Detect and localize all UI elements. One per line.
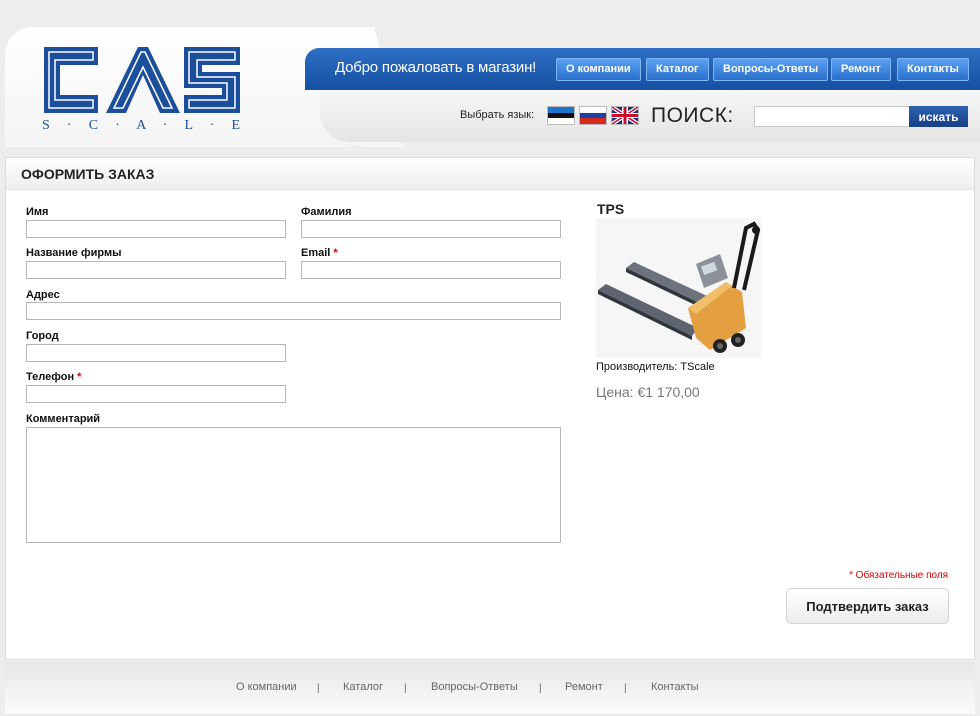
city-label: Город [26,330,59,342]
search-input[interactable] [754,106,910,127]
page-title: ОФОРМИТЬ ЗАКАЗ [21,166,155,182]
product-name: TPS [597,201,625,217]
order-panel-header: ОФОРМИТЬ ЗАКАЗ [6,158,974,190]
nav-catalog-button[interactable]: Каталог [646,58,709,81]
footer-link-catalog[interactable]: Каталог [343,681,383,693]
nav-repair-button[interactable]: Ремонт [831,58,891,81]
required-marker: * [333,247,338,259]
phone-label: Телефон * [26,371,82,383]
language-label: Выбрать язык: [460,109,535,121]
search-button[interactable]: искать [909,106,968,127]
email-label: Email * [301,247,338,259]
nav-contacts-button[interactable]: Контакты [897,58,969,81]
welcome-text: Добро пожаловать в магазин! [335,59,537,76]
last-name-label: Фамилия [301,206,352,218]
footer-separator: | [404,683,407,694]
uk-flag-icon[interactable] [612,107,638,124]
product-price: Цена: €1 170,00 [596,384,700,400]
comment-field[interactable] [26,427,561,543]
footer-link-about[interactable]: О компании [236,681,297,693]
pallet-truck-scale-image[interactable] [596,218,762,358]
footer-separator: | [624,683,627,694]
site-header: S · C · A · L · E Добро пожаловать в маг… [0,0,980,150]
email-field[interactable] [301,261,561,279]
required-marker: * [77,371,82,383]
footer-link-repair[interactable]: Ремонт [565,681,603,693]
company-field[interactable] [26,261,286,279]
confirm-order-button[interactable]: Подтвердить заказ [786,588,949,624]
first-name-label: Имя [26,206,49,218]
address-label: Адрес [26,289,60,301]
nav-about-button[interactable]: О компании [556,58,641,81]
footer-link-contacts[interactable]: Контакты [651,681,699,693]
nav-faq-button[interactable]: Вопросы-Ответы [713,58,829,81]
estonian-flag-icon[interactable] [548,107,574,124]
required-fields-note: * Обязательные поля [849,570,949,581]
search-label: ПОИСК: [651,104,734,127]
address-field[interactable] [26,302,561,320]
footer-separator: | [539,683,542,694]
footer-link-faq[interactable]: Вопросы-Ответы [431,681,518,693]
city-field[interactable] [26,344,286,362]
last-name-field[interactable] [301,220,561,238]
company-label: Название фирмы [26,247,122,259]
first-name-field[interactable] [26,220,286,238]
cas-scale-logo[interactable]: S · C · A · L · E [40,45,242,132]
russian-flag-icon[interactable] [580,107,606,124]
footer-separator: | [317,683,320,694]
logo-subtitle: S · C · A · L · E [42,118,240,132]
comment-label: Комментарий [26,413,101,425]
phone-field[interactable] [26,385,286,403]
product-manufacturer: Производитель: TScale [596,361,715,373]
